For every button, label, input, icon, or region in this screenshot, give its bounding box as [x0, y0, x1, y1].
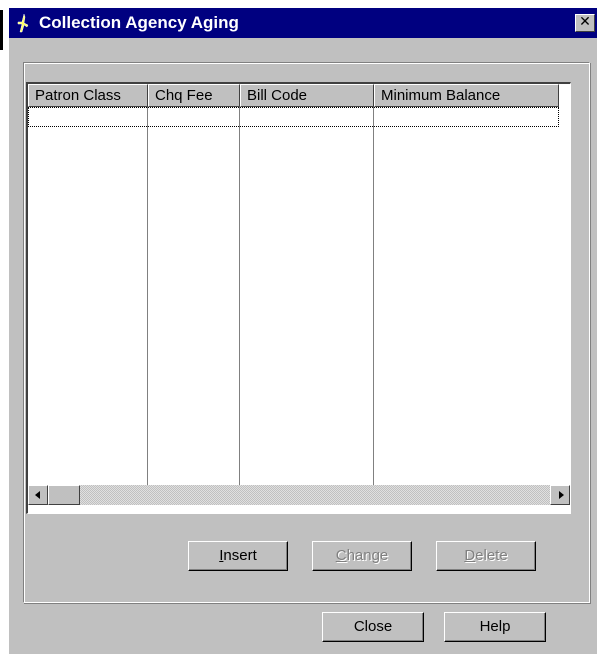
app-figure-icon — [17, 13, 29, 33]
change-button[interactable]: Change — [312, 541, 412, 571]
column-header-minimum-balance[interactable]: Minimum Balance — [374, 84, 559, 107]
insert-label-rest: nsert — [223, 547, 257, 564]
column-divider — [147, 107, 148, 485]
horizontal-scrollbar[interactable] — [28, 485, 570, 505]
arrow-right-icon — [559, 491, 564, 499]
scrollbar-thumb[interactable] — [48, 485, 80, 505]
scroll-left-button[interactable] — [28, 485, 48, 505]
column-divider — [373, 107, 374, 485]
grid-header: Patron Class Chq Fee Bill Code Minimum B… — [28, 84, 570, 107]
help-button[interactable]: Help — [444, 612, 546, 642]
current-row-focus[interactable] — [28, 107, 559, 127]
grid-body[interactable] — [28, 107, 570, 485]
close-window-button[interactable]: ✕ — [575, 14, 595, 32]
close-icon: ✕ — [579, 14, 591, 30]
delete-button[interactable]: Delete — [436, 541, 536, 571]
column-header-chq-fee[interactable]: Chq Fee — [148, 84, 240, 107]
screen: Collection Agency Aging ✕ Patron Class C… — [0, 0, 597, 654]
scroll-right-button[interactable] — [550, 485, 570, 505]
arrow-left-icon — [35, 491, 40, 499]
aging-grid[interactable]: Patron Class Chq Fee Bill Code Minimum B… — [26, 82, 571, 514]
change-mnemonic: C — [335, 547, 347, 564]
background-window-edge — [0, 10, 3, 50]
column-header-bill-code[interactable]: Bill Code — [240, 84, 374, 107]
delete-label-rest: elete — [475, 547, 508, 564]
column-header-patron-class[interactable]: Patron Class — [28, 84, 148, 107]
window-title: Collection Agency Aging — [39, 13, 239, 32]
close-button[interactable]: Close — [322, 612, 424, 642]
title-bar[interactable]: Collection Agency Aging ✕ — [9, 8, 597, 38]
change-label-rest: hange — [346, 547, 389, 564]
insert-button[interactable]: Insert — [188, 541, 288, 571]
delete-mnemonic: D — [464, 547, 476, 564]
column-divider — [239, 107, 240, 485]
